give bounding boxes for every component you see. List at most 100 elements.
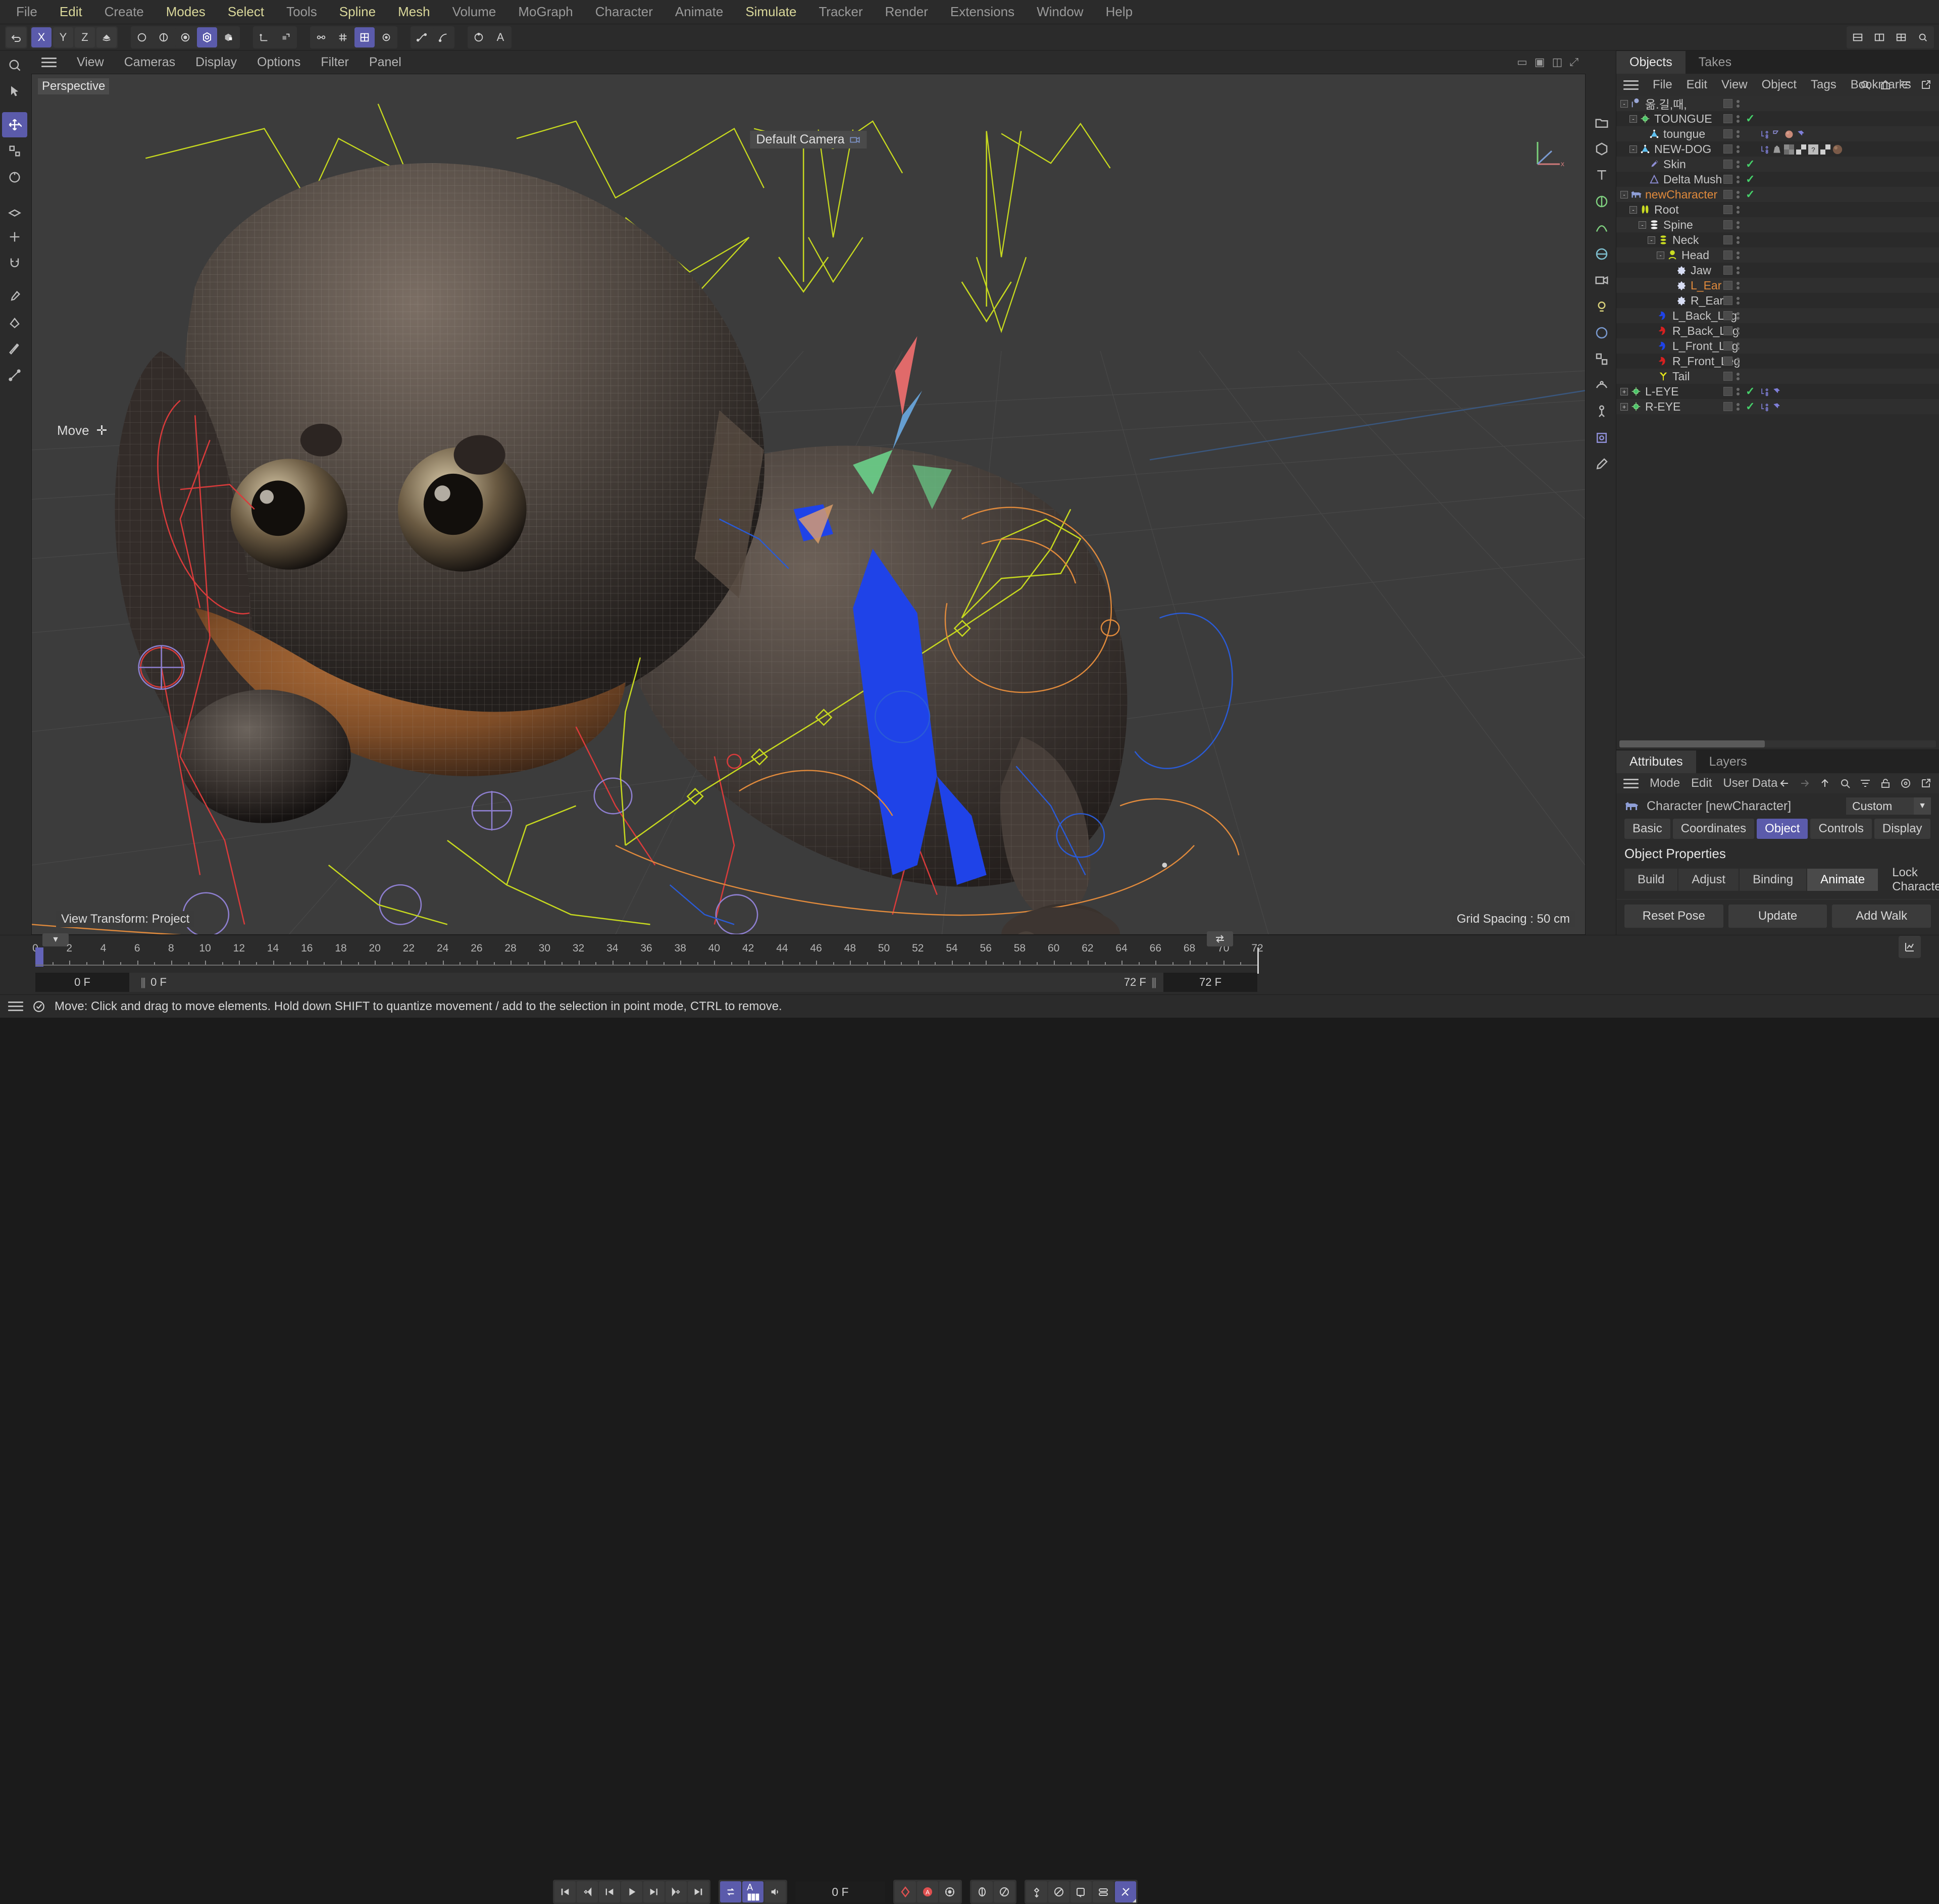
visibility-dots[interactable] — [1737, 357, 1740, 365]
object-enabled-check[interactable]: ✓ — [1746, 188, 1755, 201]
pin-tag[interactable] — [1772, 402, 1782, 412]
xpresso-tag[interactable] — [1760, 386, 1770, 396]
visibility-dots[interactable] — [1737, 327, 1740, 335]
record-scale-button[interactable] — [1048, 1881, 1069, 1902]
snap-settings-button[interactable] — [333, 27, 353, 47]
menu-item-tools[interactable]: Tools — [286, 4, 317, 20]
visibility-dots[interactable] — [1737, 387, 1740, 395]
object-axis-button[interactable] — [276, 27, 296, 47]
cube-primitive-icon[interactable] — [1590, 137, 1613, 161]
go-to-end-button[interactable] — [688, 1881, 709, 1902]
tab-attributes[interactable]: Attributes — [1616, 750, 1696, 773]
object-manager-hamburger-icon[interactable] — [1623, 80, 1639, 90]
filter-icon[interactable] — [1859, 777, 1871, 789]
object-tree-row[interactable]: R_Back_Leg — [1616, 323, 1939, 338]
object-tree-row[interactable]: - Head — [1616, 247, 1939, 263]
play-button[interactable] — [621, 1881, 642, 1902]
add-walk-button[interactable]: Add Walk — [1832, 905, 1931, 928]
object-edit-toggle[interactable] — [1723, 160, 1732, 169]
update-button[interactable]: Update — [1728, 905, 1827, 928]
step-back-button[interactable] — [599, 1881, 620, 1902]
layout-3-button[interactable] — [1891, 27, 1911, 47]
pin-tag[interactable] — [1796, 129, 1806, 139]
tree-expander-toggle[interactable]: - — [1629, 206, 1637, 214]
viewport-layout-icon[interactable]: ◫ — [1552, 56, 1563, 69]
x-axis-lock-button[interactable]: X — [31, 27, 52, 47]
menu-item-create[interactable]: Create — [105, 4, 144, 20]
character-tools-icon[interactable] — [1590, 400, 1613, 423]
menu-item-file[interactable]: File — [16, 4, 37, 20]
pen-tool-icon[interactable] — [1590, 453, 1613, 476]
viewport-menu-display[interactable]: Display — [195, 55, 237, 70]
viewport-menu-options[interactable]: Options — [257, 55, 300, 70]
render-region-button[interactable] — [154, 27, 174, 47]
viewport-menu-panel[interactable]: Panel — [369, 55, 401, 70]
brush-tool-button[interactable] — [2, 284, 27, 309]
world-object-coord-button[interactable] — [96, 27, 117, 47]
viewport-menu-cameras[interactable]: Cameras — [124, 55, 175, 70]
material-tag[interactable] — [1784, 129, 1794, 139]
tree-expander-toggle[interactable]: - — [1620, 99, 1628, 108]
camera-create-icon[interactable] — [1590, 269, 1613, 292]
object-edit-toggle[interactable] — [1723, 144, 1732, 154]
spline-pen-button[interactable] — [412, 27, 432, 47]
object-enabled-check[interactable]: ✓ — [1746, 400, 1755, 413]
xpresso-tag[interactable] — [1760, 129, 1770, 139]
object-edit-toggle[interactable] — [1723, 220, 1732, 229]
open-external-icon[interactable] — [1920, 777, 1932, 789]
visibility-dots[interactable] — [1737, 221, 1740, 229]
previous-key-button[interactable] — [577, 1881, 598, 1902]
object-edit-toggle[interactable] — [1723, 357, 1732, 366]
menu-item-animate[interactable]: Animate — [675, 4, 723, 20]
object-edit-toggle[interactable] — [1723, 190, 1732, 199]
object-tree-row[interactable]: Delta Mush ✓ — [1616, 172, 1939, 187]
next-key-button[interactable] — [666, 1881, 687, 1902]
record-rotation-button[interactable] — [994, 1881, 1015, 1902]
object-edit-toggle[interactable] — [1723, 175, 1732, 184]
om-menu-tags[interactable]: Tags — [1811, 78, 1836, 92]
tex3-tag[interactable] — [1820, 144, 1830, 155]
viewport-fullscreen-icon[interactable]: ⤢ — [1569, 56, 1578, 69]
visibility-dots[interactable] — [1737, 190, 1740, 198]
attr-menu-mode[interactable]: Mode — [1650, 776, 1680, 790]
menu-item-edit[interactable]: Edit — [60, 4, 82, 20]
object-tree[interactable]: - 옮.길,때, - TOUNGUE ✓ toungue - NEW-DOG? Skin ✓ Del… — [1616, 96, 1939, 738]
up-arrow-icon[interactable] — [1819, 777, 1831, 789]
menu-item-select[interactable]: Select — [228, 4, 264, 20]
layout-2-button[interactable] — [1869, 27, 1890, 47]
motion-tracker-icon[interactable] — [1590, 426, 1613, 449]
weight-tag[interactable] — [1772, 144, 1782, 154]
light-create-icon[interactable] — [1590, 295, 1613, 318]
quantize-button[interactable] — [376, 27, 396, 47]
tree-expander-toggle[interactable]: - — [1648, 236, 1655, 244]
object-tree-row[interactable]: Tail — [1616, 369, 1939, 384]
object-enabled-check[interactable]: ✓ — [1746, 385, 1755, 398]
visibility-dots[interactable] — [1737, 281, 1740, 289]
content-browser-icon[interactable] — [1590, 111, 1613, 134]
attribute-tab-basic[interactable]: Basic — [1624, 819, 1670, 839]
preset-dropdown[interactable]: Custom ▼ — [1846, 797, 1931, 815]
object-edit-toggle[interactable] — [1723, 281, 1732, 290]
scale-tool-button[interactable] — [2, 138, 27, 164]
visibility-dots[interactable] — [1737, 236, 1740, 244]
menu-item-mograph[interactable]: MoGraph — [518, 4, 573, 20]
animation-layer-button[interactable] — [1093, 1881, 1114, 1902]
viewport-maximize-icon[interactable]: ▣ — [1535, 56, 1545, 69]
menu-item-help[interactable]: Help — [1106, 4, 1133, 20]
character-mode-adjust[interactable]: Adjust — [1678, 869, 1739, 891]
record-keyframe-button[interactable] — [895, 1881, 1136, 1902]
om-menu-file[interactable]: File — [1653, 78, 1672, 92]
timeline-end-handle[interactable] — [1207, 931, 1233, 946]
tab-takes[interactable]: Takes — [1685, 51, 1745, 74]
phong-tag[interactable] — [1772, 129, 1782, 139]
visibility-dots[interactable] — [1737, 130, 1740, 138]
menu-item-character[interactable]: Character — [595, 4, 653, 20]
tree-expander-toggle[interactable]: - — [1657, 251, 1664, 259]
move-tool-button[interactable] — [2, 112, 27, 137]
object-tree-row[interactable]: - 옮.길,때, — [1616, 96, 1939, 111]
magnet-tool-button[interactable] — [2, 250, 27, 276]
object-tree-row[interactable]: L_Ear — [1616, 278, 1939, 293]
z-axis-lock-button[interactable]: Z — [75, 27, 95, 47]
object-tree-row[interactable]: R_Front_Leg — [1616, 354, 1939, 369]
object-edit-toggle[interactable] — [1723, 235, 1732, 244]
